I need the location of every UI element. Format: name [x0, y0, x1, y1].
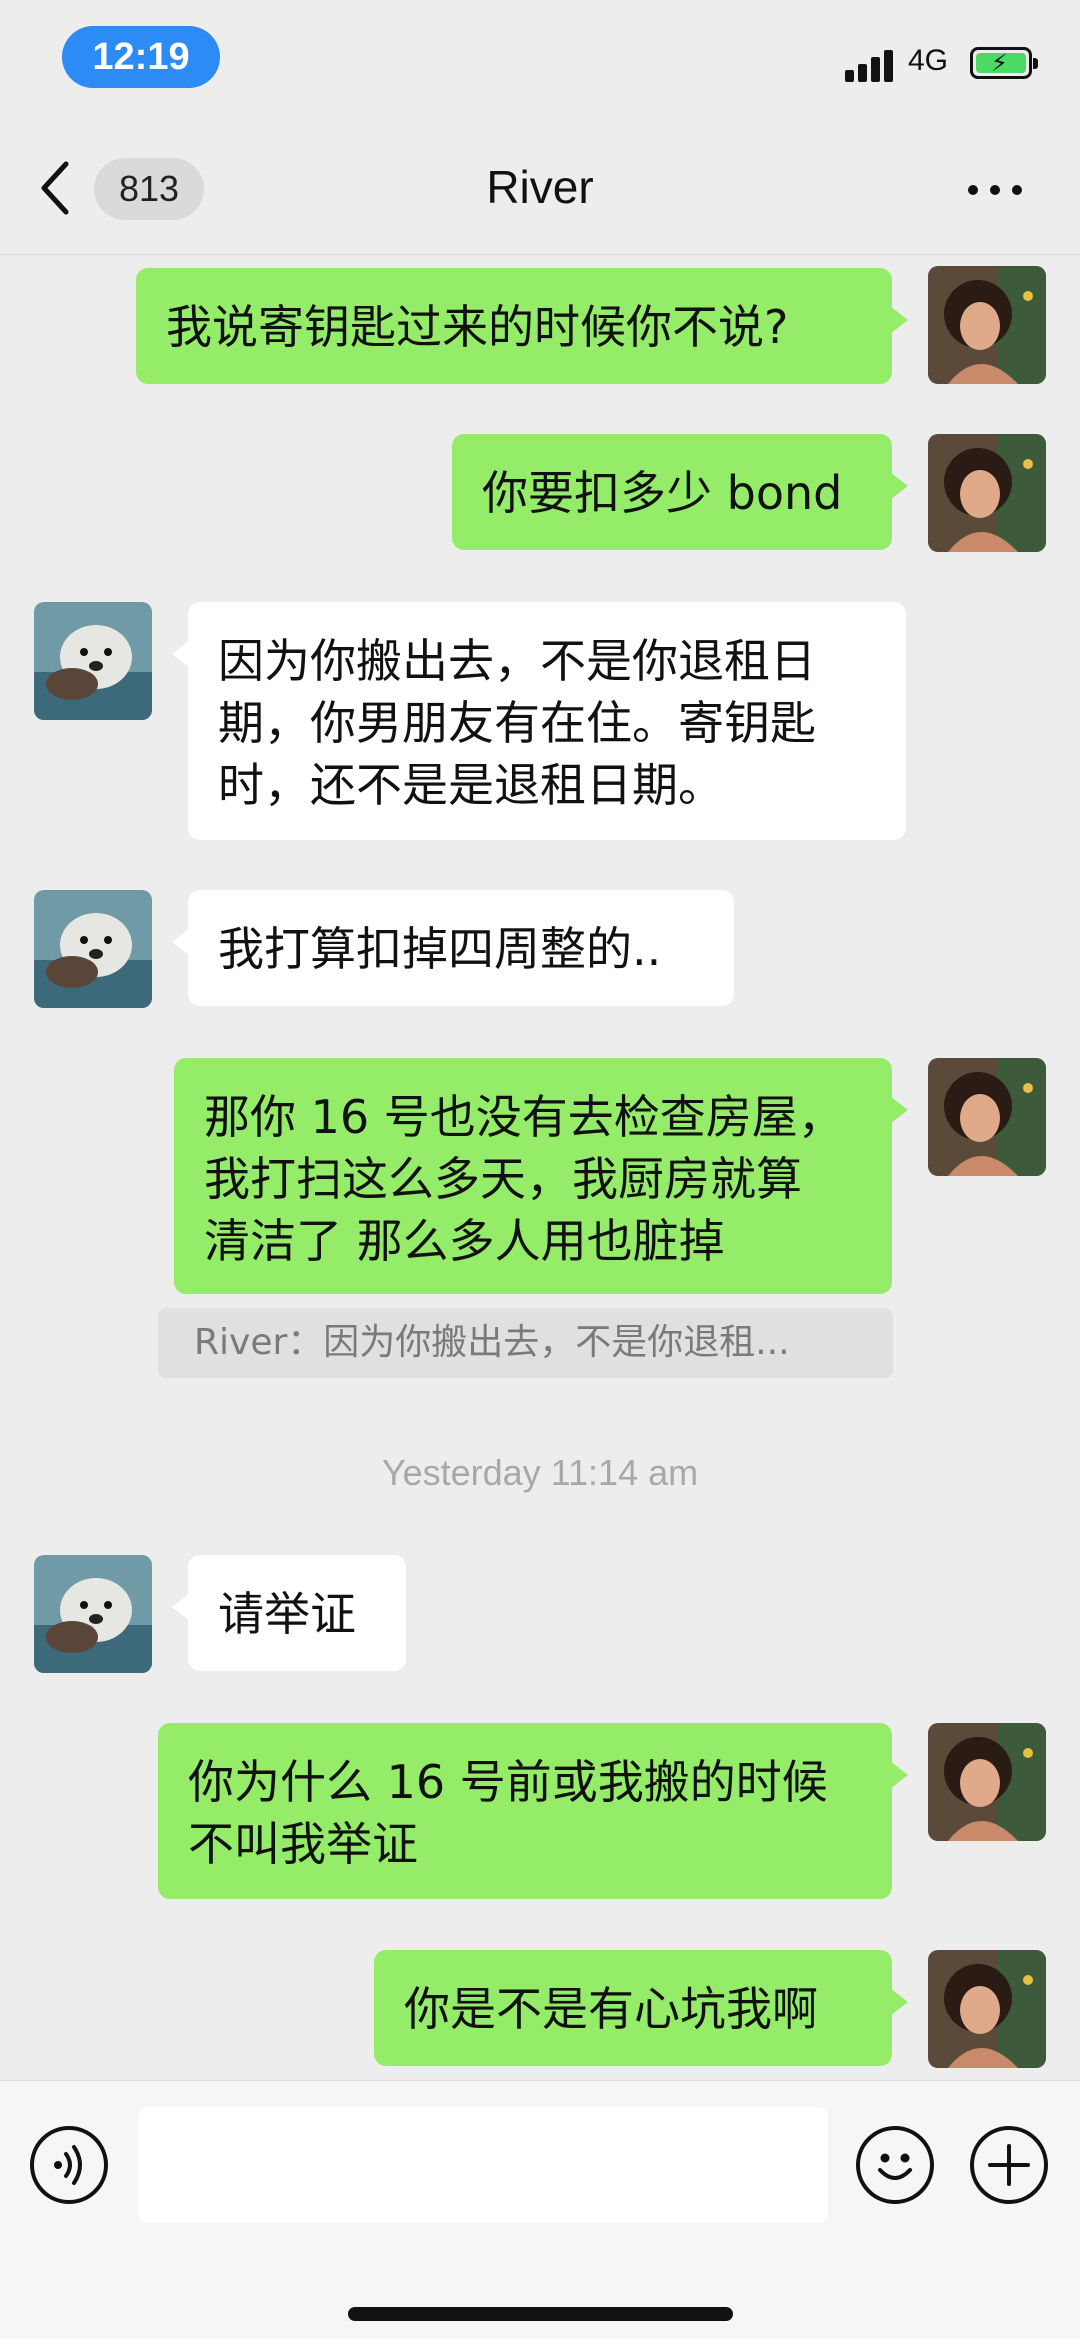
unread-count-badge[interactable]: 813 [94, 158, 204, 220]
message-text: 我说寄钥匙过来的时候你不说? [166, 300, 789, 354]
emoji-button[interactable] [856, 2126, 934, 2204]
self-avatar[interactable] [928, 266, 1046, 384]
message-line: 不叫我举证 [188, 1817, 418, 1871]
status-time[interactable]: 12:19 [62, 26, 220, 88]
message-bubble[interactable]: 你是不是有心坑我啊 [374, 1950, 908, 2066]
chevron-left-icon [41, 161, 69, 215]
voice-button[interactable] [30, 2126, 108, 2204]
chat-header: 813 River [0, 110, 1080, 255]
self-avatar[interactable] [928, 1950, 1046, 2068]
plus-button[interactable] [970, 2126, 1048, 2204]
self-avatar[interactable] [928, 1058, 1046, 1176]
contact-avatar[interactable] [34, 890, 152, 1008]
signal-icon [845, 50, 897, 82]
back-button[interactable] [36, 158, 86, 218]
message-text: 你是不是有心坑我啊 [404, 1982, 818, 2036]
message-line: 那你 16 号也没有去检查房屋， [204, 1090, 844, 1144]
message-bubble[interactable]: 你要扣多少 bond [452, 434, 908, 550]
contact-avatar[interactable] [34, 1555, 152, 1673]
quoted-message[interactable]: River：因为你搬出去，不是你退租... [158, 1308, 893, 1378]
input-bar [0, 2080, 1080, 2339]
message-bubble[interactable]: 你为什么 16 号前或我搬的时候 不叫我举证 [158, 1723, 908, 1899]
message-line: 我打扫这么多天，我厨房就算 [204, 1152, 802, 1206]
message-bubble[interactable]: 请举证 [172, 1555, 406, 1671]
self-avatar[interactable] [928, 1723, 1046, 1841]
message-input[interactable] [138, 2107, 828, 2223]
message-text: 请举证 [218, 1587, 356, 1641]
more-button[interactable] [968, 182, 1028, 198]
message-line: 期，你男朋友有在住。寄钥匙 [218, 696, 816, 750]
message-line: 因为你搬出去，不是你退租日 [218, 634, 816, 688]
chat-screen: 12:19 4G ⚡ 813 River 我说寄钥匙过来的时候你不说? 你要扣多… [0, 0, 1080, 2339]
plus-icon [988, 2144, 1030, 2186]
message-line: 时，还不是是退租日期。 [218, 758, 724, 812]
message-bubble[interactable]: 我打算扣掉四周整的.. [172, 890, 734, 1006]
contact-avatar[interactable] [34, 602, 152, 720]
status-bar: 12:19 4G ⚡ [0, 0, 1080, 110]
message-bubble[interactable]: 因为你搬出去，不是你退租日 期，你男朋友有在住。寄钥匙 时，还不是是退租日期。 [172, 602, 906, 840]
emoji-icon [878, 2153, 912, 2180]
message-bubble[interactable]: 我说寄钥匙过来的时候你不说? [136, 268, 908, 384]
chat-title: River [486, 161, 594, 213]
network-type: 4G [908, 44, 949, 77]
message-line: 清洁了 那么多人用也脏掉 [204, 1214, 725, 1268]
message-timestamp: Yesterday 11:14 am [381, 1452, 699, 1493]
message-text: 我打算扣掉四周整的.. [218, 922, 662, 976]
battery-charging-icon: ⚡ [970, 47, 1038, 79]
message-line: 你为什么 16 号前或我搬的时候 [188, 1755, 828, 1809]
message-bubble[interactable]: 那你 16 号也没有去检查房屋， 我打扫这么多天，我厨房就算 清洁了 那么多人用… [174, 1058, 908, 1294]
voice-icon [54, 2145, 82, 2185]
self-avatar[interactable] [928, 434, 1046, 552]
message-text: 你要扣多少 bond [482, 466, 843, 520]
home-indicator[interactable] [348, 2307, 733, 2321]
